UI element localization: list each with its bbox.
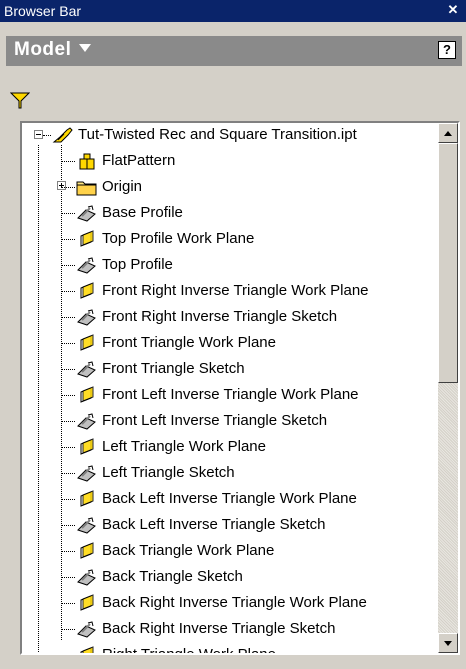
sketch-icon	[77, 257, 96, 274]
filter-icon[interactable]	[10, 92, 30, 110]
work-plane-icon	[80, 542, 94, 559]
tree-connector	[62, 213, 75, 214]
tree-connector	[62, 265, 75, 266]
tree-item-label: Back Triangle Sketch	[102, 568, 243, 585]
tree-item-label: Front Left Inverse Triangle Work Plane	[102, 386, 359, 403]
tree-connector	[62, 343, 75, 344]
tree-connector	[62, 551, 75, 552]
model-browser-tree[interactable]: Tut-Twisted Rec and Square Transition.ip…	[20, 121, 460, 655]
tree-item-label: Front Triangle Work Plane	[102, 334, 276, 351]
work-plane-icon	[80, 490, 94, 507]
work-plane-icon	[80, 386, 94, 403]
scroll-down-button[interactable]	[438, 633, 458, 653]
tree-item-label: Front Left Inverse Triangle Sketch	[102, 412, 328, 429]
folder-icon	[76, 181, 97, 196]
sketch-icon	[77, 465, 96, 482]
tree-item-label: Back Triangle Work Plane	[102, 542, 275, 559]
window-titlebar: Browser Bar ✕	[0, 0, 466, 22]
tree-item-label: Front Triangle Sketch	[102, 360, 245, 377]
tree-root-label: Tut-Twisted Rec and Square Transition.ip…	[78, 126, 357, 143]
tree-connector	[62, 395, 75, 396]
tree-connector	[62, 577, 75, 578]
tree-content: Tut-Twisted Rec and Square Transition.ip…	[22, 123, 436, 653]
model-menu-label: Model	[14, 39, 72, 60]
tree-connector	[62, 629, 75, 630]
tree-item-label: Left Triangle Sketch	[102, 464, 235, 481]
work-plane-icon	[80, 438, 94, 455]
tree-item-label: Back Right Inverse Triangle Work Plane	[102, 594, 367, 611]
work-plane-icon	[80, 282, 94, 299]
work-plane-icon	[80, 334, 94, 351]
tree-item-label: Front Right Inverse Triangle Work Plane	[102, 282, 369, 299]
work-plane-icon	[80, 230, 94, 247]
work-plane-icon	[80, 594, 94, 611]
tree-connector	[62, 239, 75, 240]
help-icon[interactable]: ?	[438, 41, 456, 59]
tree-connector	[61, 145, 62, 640]
sketch-icon	[77, 205, 96, 222]
scroll-up-button[interactable]	[438, 123, 458, 143]
tree-connector	[62, 473, 75, 474]
collapse-toggle[interactable]	[34, 130, 43, 139]
tree-item-label: Right Triangle Work Plane	[102, 646, 276, 655]
tree-item-label: Top Profile Work Plane	[102, 230, 255, 247]
sketch-icon	[77, 361, 96, 378]
tree-item-label: Back Right Inverse Triangle Sketch	[102, 620, 336, 637]
tree-connector	[62, 421, 75, 422]
sketch-icon	[77, 517, 96, 534]
tree-connector	[62, 369, 75, 370]
tree-connector	[62, 317, 75, 318]
tree-item-label: Origin	[102, 178, 143, 195]
chevron-down-icon	[79, 43, 92, 52]
arrow-up-icon	[444, 131, 452, 136]
expand-toggle[interactable]	[57, 181, 66, 190]
tree-connector	[62, 447, 75, 448]
tree-connector	[62, 187, 75, 188]
part-icon	[52, 127, 73, 143]
tree-item-label: Base Profile	[102, 204, 183, 221]
tree-item-label: Top Profile	[102, 256, 173, 273]
tree-connector	[43, 135, 51, 136]
tree-item-label: Left Triangle Work Plane	[102, 438, 266, 455]
scroll-thumb[interactable]	[438, 143, 458, 383]
model-menu-button[interactable]: Model	[14, 39, 92, 61]
vertical-scrollbar[interactable]	[438, 123, 458, 653]
flat-pattern-icon	[79, 153, 95, 170]
work-plane-icon	[80, 646, 94, 653]
tree-connector	[62, 525, 75, 526]
sketch-icon	[77, 569, 96, 586]
sketch-icon	[77, 621, 96, 638]
sketch-icon	[77, 309, 96, 326]
sketch-icon	[77, 413, 96, 430]
tree-connector	[62, 291, 75, 292]
tree-item-label: Back Left Inverse Triangle Sketch	[102, 516, 326, 533]
tree-item-label: FlatPattern	[102, 152, 176, 169]
tree-connector	[38, 145, 39, 652]
tree-connector	[62, 161, 75, 162]
tree-connector	[62, 603, 75, 604]
tree-connector	[62, 499, 75, 500]
arrow-down-icon	[444, 641, 452, 646]
tree-item-label: Front Right Inverse Triangle Sketch	[102, 308, 338, 325]
window-title: Browser Bar	[4, 3, 82, 19]
tree-item-label: Back Left Inverse Triangle Work Plane	[102, 490, 357, 507]
model-menu-bar[interactable]: Model ?	[6, 36, 462, 66]
close-icon[interactable]: ✕	[446, 3, 460, 17]
